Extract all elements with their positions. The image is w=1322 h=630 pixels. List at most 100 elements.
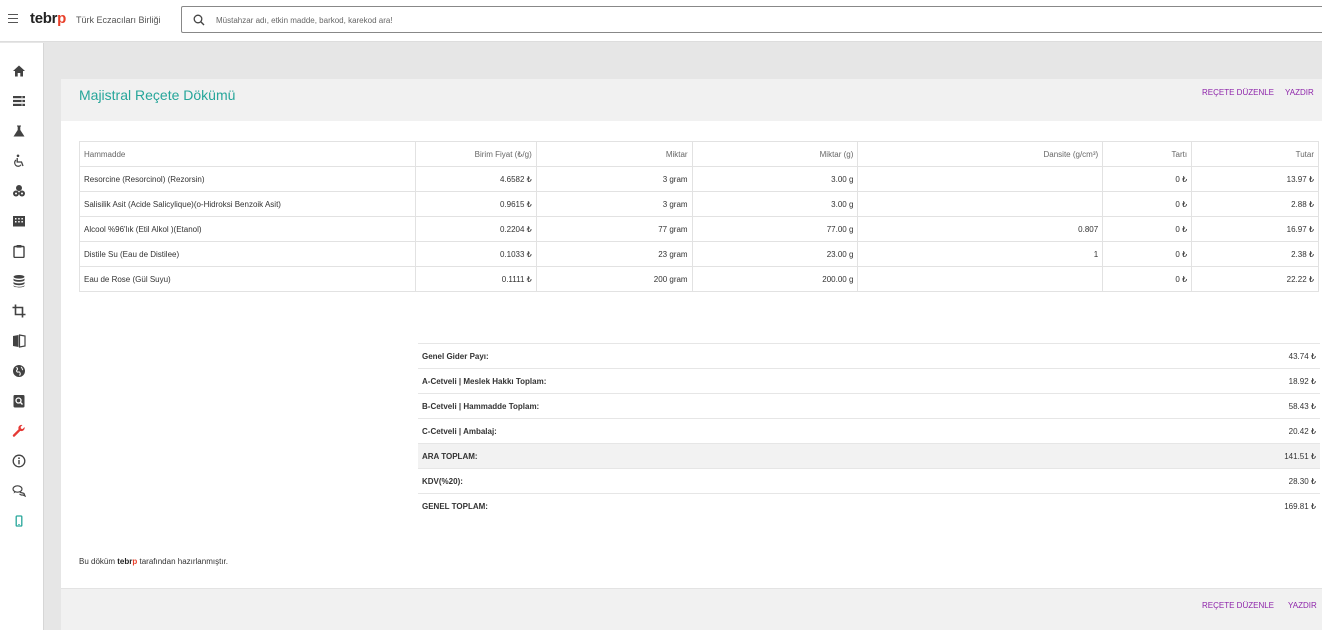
edit-recipe-link[interactable]: REÇETE DÜZENLE xyxy=(1202,88,1274,97)
table-cell: 77.00 g xyxy=(691,216,859,242)
table-cell: 1 xyxy=(857,241,1104,267)
database-icon[interactable] xyxy=(11,273,27,289)
logo-main-text: tebr xyxy=(30,10,58,27)
table-cell: 3 gram xyxy=(535,166,693,192)
card-footer: REÇETE DÜZENLE YAZDIR xyxy=(61,588,1322,630)
footnote-brand: tebr xyxy=(117,557,133,566)
ingredients-table: Hammadde Birim Fiyat (₺/g) Miktar Miktar… xyxy=(79,141,1319,292)
table-cell: 16.97 ₺ xyxy=(1191,216,1319,242)
table-cell: 13.97 ₺ xyxy=(1191,166,1319,192)
table-cell: 0.9615 ₺ xyxy=(414,191,537,217)
totals-label: Genel Gider Payı: xyxy=(418,343,1112,369)
list-icon[interactable] xyxy=(11,93,27,109)
home-icon[interactable] xyxy=(11,63,27,79)
footnote-prefix: Bu döküm xyxy=(79,557,118,566)
table-cell: 0.807 xyxy=(857,216,1104,242)
organization-name: Türk Eczacıları Birliği xyxy=(76,15,161,25)
top-bar: tebrp Türk Eczacıları Birliği xyxy=(0,0,1322,42)
table-cell: 4.6582 ₺ xyxy=(414,166,537,192)
edit-recipe-link-bottom[interactable]: REÇETE DÜZENLE xyxy=(1202,601,1274,610)
search-icon xyxy=(193,14,205,26)
column-header: Miktar (g) xyxy=(691,141,859,167)
table-cell: 3 gram xyxy=(535,191,693,217)
totals-value: 18.92 ₺ xyxy=(1111,368,1320,394)
table-row: Eau de Rose (Gül Suyu) 0.1111 ₺ 200 gram… xyxy=(79,266,1319,292)
table-cell: 77 gram xyxy=(535,216,693,242)
totals-value: 169.81 ₺ xyxy=(1111,493,1320,519)
column-header: Miktar xyxy=(535,141,693,167)
table-row: Alcool %96'lık (Etil Alkol )(Etanol) 0.2… xyxy=(79,216,1319,242)
totals-table: Genel Gider Payı: 43.74 ₺ A-Cetveli | Me… xyxy=(418,343,1320,519)
grand-total-row: GENEL TOPLAM: 169.81 ₺ xyxy=(418,493,1320,519)
search-input[interactable] xyxy=(216,11,1116,29)
logo-accent-text: p xyxy=(57,10,67,27)
building-icon[interactable] xyxy=(11,213,27,229)
table-cell: 0 ₺ xyxy=(1102,191,1193,217)
totals-label: A-Cetveli | Meslek Hakkı Toplam: xyxy=(418,368,1112,394)
footnote-suffix: tarafından hazırlanmıştır. xyxy=(137,557,228,566)
table-cell: 0 ₺ xyxy=(1102,266,1193,292)
footnote: Bu döküm tebrp tarafından hazırlanmıştır… xyxy=(79,557,228,566)
table-cell: 0 ₺ xyxy=(1102,241,1193,267)
table-cell xyxy=(857,266,1104,292)
table-cell: 0.1033 ₺ xyxy=(414,241,537,267)
table-cell: 0.1111 ₺ xyxy=(414,266,537,292)
search-box[interactable] xyxy=(181,6,1322,33)
totals-row: A-Cetveli | Meslek Hakkı Toplam: 18.92 ₺ xyxy=(418,368,1320,394)
info-icon[interactable] xyxy=(11,453,27,469)
print-link-bottom[interactable]: YAZDIR xyxy=(1288,601,1317,610)
totals-value: 43.74 ₺ xyxy=(1111,343,1320,369)
page-title: Majistral Reçete Dökümü xyxy=(79,87,236,103)
subtotal-row: ARA TOPLAM: 141.51 ₺ xyxy=(418,443,1320,469)
column-header: Tutar xyxy=(1191,141,1319,167)
totals-label: ARA TOPLAM: xyxy=(418,443,1112,469)
totals-row: B-Cetveli | Hammadde Toplam: 58.43 ₺ xyxy=(418,393,1320,419)
pills-icon[interactable] xyxy=(11,183,27,199)
book-icon[interactable] xyxy=(11,333,27,349)
totals-value: 58.43 ₺ xyxy=(1111,393,1320,419)
totals-label: GENEL TOPLAM: xyxy=(418,493,1112,519)
table-cell: 0.2204 ₺ xyxy=(414,216,537,242)
table-cell: 23 gram xyxy=(535,241,693,267)
totals-value: 141.51 ₺ xyxy=(1111,443,1320,469)
column-header: Dansite (g/cm³) xyxy=(857,141,1104,167)
totals-value: 28.30 ₺ xyxy=(1111,468,1320,494)
totals-row: KDV(%20): 28.30 ₺ xyxy=(418,468,1320,494)
table-cell: Resorcine (Resorcinol) (Rezorsin) xyxy=(79,166,416,192)
hamburger-menu-icon[interactable] xyxy=(8,14,18,24)
table-cell: Salisilik Asit (Acide Salicylique)(o-Hid… xyxy=(79,191,416,217)
mobile-icon[interactable] xyxy=(11,513,27,529)
globe-icon[interactable] xyxy=(11,363,27,379)
table-cell: Eau de Rose (Gül Suyu) xyxy=(79,266,416,292)
table-header-row: Hammadde Birim Fiyat (₺/g) Miktar Miktar… xyxy=(79,141,1319,167)
table-row: Salisilik Asit (Acide Salicylique)(o-Hid… xyxy=(79,191,1319,217)
table-cell: Distile Su (Eau de Distilee) xyxy=(79,241,416,267)
sidebar xyxy=(0,43,44,630)
clipboard-icon[interactable] xyxy=(11,243,27,259)
flask-icon[interactable] xyxy=(11,123,27,139)
print-link[interactable]: YAZDIR xyxy=(1285,88,1314,97)
chat-icon[interactable] xyxy=(11,483,27,499)
search-document-icon[interactable] xyxy=(11,393,27,409)
totals-row: Genel Gider Payı: 43.74 ₺ xyxy=(418,343,1320,369)
table-cell: 3.00 g xyxy=(691,191,859,217)
crop-icon[interactable] xyxy=(11,303,27,319)
table-cell: 3.00 g xyxy=(691,166,859,192)
wrench-icon[interactable] xyxy=(11,423,27,439)
table-cell: 200 gram xyxy=(535,266,693,292)
table-cell: 200.00 g xyxy=(691,266,859,292)
card-header: Majistral Reçete Dökümü REÇETE DÜZENLE Y… xyxy=(61,79,1322,121)
table-cell: 0 ₺ xyxy=(1102,216,1193,242)
tebrp-logo[interactable]: tebrp xyxy=(30,10,66,27)
table-cell: Alcool %96'lık (Etil Alkol )(Etanol) xyxy=(79,216,416,242)
column-header: Birim Fiyat (₺/g) xyxy=(414,141,537,167)
table-cell: 0 ₺ xyxy=(1102,166,1193,192)
totals-row: C-Cetveli | Ambalaj: 20.42 ₺ xyxy=(418,418,1320,444)
totals-label: KDV(%20): xyxy=(418,468,1112,494)
totals-label: C-Cetveli | Ambalaj: xyxy=(418,418,1112,444)
table-cell: 2.88 ₺ xyxy=(1191,191,1319,217)
column-header: Hammadde xyxy=(79,141,416,167)
wheelchair-icon[interactable] xyxy=(11,153,27,169)
table-cell xyxy=(857,191,1104,217)
table-cell: 2.38 ₺ xyxy=(1191,241,1319,267)
